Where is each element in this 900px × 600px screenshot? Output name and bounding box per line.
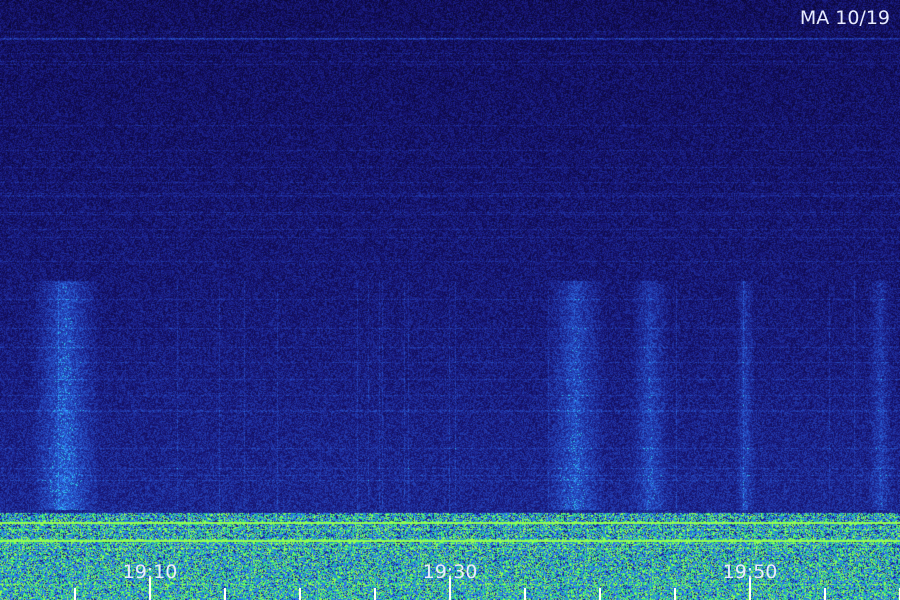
x-tick-label: 19:30 <box>423 561 478 583</box>
time-axis-labels: 19:10 19:30 19:50 <box>123 561 778 583</box>
x-tick-label: 19:10 <box>123 561 178 583</box>
x-tick-label: 19:50 <box>723 561 778 583</box>
chart-overlay: MA 10/19 19:10 19:30 19:50 <box>74 7 900 600</box>
chart-title: MA 10/19 <box>800 7 890 29</box>
